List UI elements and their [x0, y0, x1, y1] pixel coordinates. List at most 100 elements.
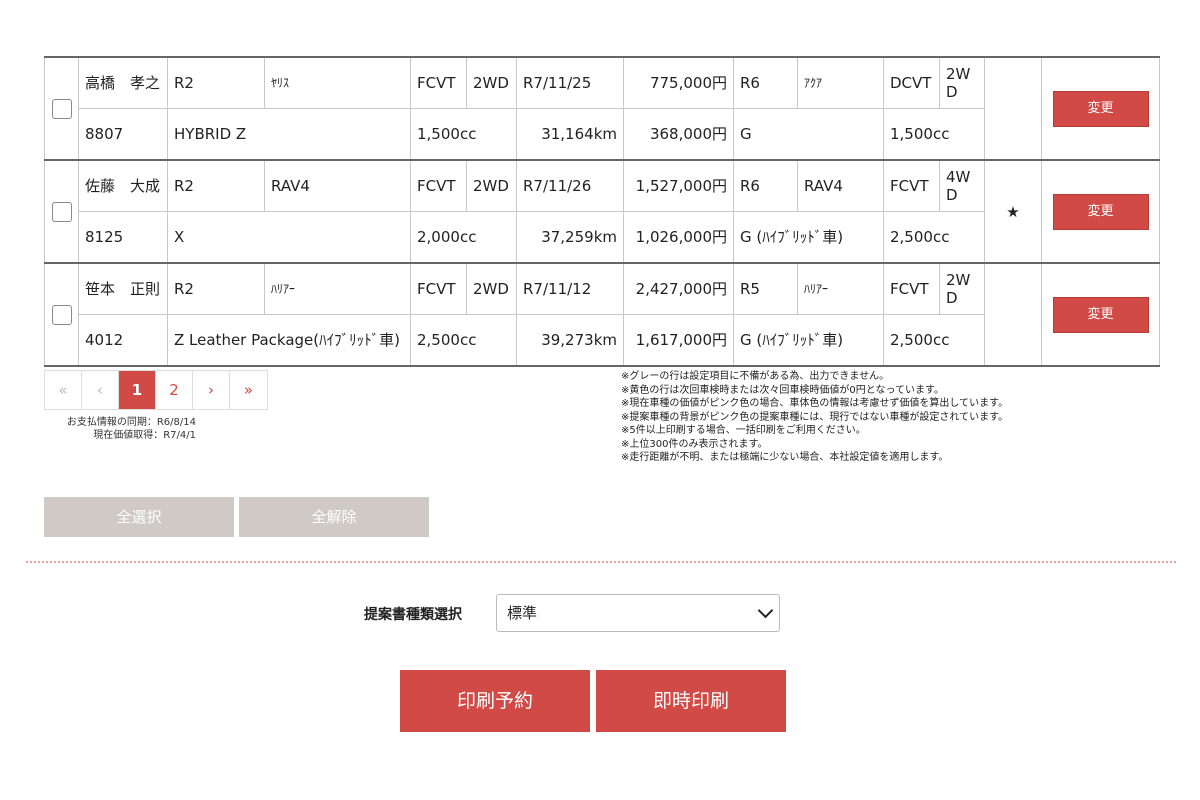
proposed-drive: 2WD: [939, 262, 985, 315]
record-1: 高橋 孝之 R2 ﾔﾘｽ FCVT 2WD R7/11/25 775,000円 …: [44, 56, 1160, 161]
mileage: 37,259km: [516, 211, 624, 264]
instant-print-button[interactable]: 即時印刷: [596, 670, 786, 732]
value-1: 775,000円: [623, 56, 734, 109]
mileage: 31,164km: [516, 108, 624, 161]
proposed-year: R6: [733, 159, 798, 212]
pagination: « ‹ 1 2 › »: [44, 370, 268, 410]
row-checkbox[interactable]: [51, 304, 72, 325]
proposed-displacement: 2,500cc: [883, 314, 985, 367]
current-year: R2: [167, 159, 265, 212]
row-checkbox-cell[interactable]: [44, 159, 79, 264]
inspection-date: R7/11/25: [516, 56, 624, 109]
reserve-print-button[interactable]: 印刷予約: [400, 670, 590, 732]
current-transmission: FCVT: [410, 262, 467, 315]
current-drive: 2WD: [466, 262, 517, 315]
current-model: ﾊﾘｱｰ: [264, 262, 411, 315]
customer-id: 4012: [78, 314, 168, 367]
current-grade: HYBRID Z: [167, 108, 411, 161]
current-transmission: FCVT: [410, 159, 467, 212]
note-line: ※黄色の行は次回車検時または次々回車検時価値が0円となっています。: [621, 384, 944, 396]
proposed-displacement: 2,500cc: [883, 211, 985, 264]
change-cell: 変更: [1041, 262, 1160, 367]
row-checkbox[interactable]: [51, 201, 72, 222]
change-button[interactable]: 変更: [1052, 193, 1149, 230]
change-cell: 変更: [1041, 56, 1160, 161]
record-3: 笹本 正則 R2 ﾊﾘｱｰ FCVT 2WD R7/11/12 2,427,00…: [44, 262, 1160, 367]
current-displacement: 2,500cc: [410, 314, 517, 367]
current-drive: 2WD: [466, 56, 517, 109]
proposed-transmission: FCVT: [883, 159, 940, 212]
record-2: 佐藤 大成 R2 RAV4 FCVT 2WD R7/11/26 1,527,00…: [44, 159, 1160, 264]
chevron-down-icon: [757, 602, 774, 619]
customer-name: 笹本 正則: [78, 262, 168, 315]
mileage: 39,273km: [516, 314, 624, 367]
proposed-grade: G (ﾊｲﾌﾞﾘｯﾄﾞ車): [733, 314, 884, 367]
next-page-button[interactable]: ›: [193, 371, 230, 409]
proposed-drive: 4WD: [939, 159, 985, 212]
current-year: R2: [167, 262, 265, 315]
mark-cell: [984, 262, 1042, 367]
deselect-all-button[interactable]: 全解除: [239, 497, 429, 537]
row-checkbox[interactable]: [51, 98, 72, 119]
proposed-transmission: FCVT: [883, 262, 940, 315]
price-fetch-date: 現在価値取得：R7/4/1: [93, 430, 196, 441]
note-line: ※上位300件のみ表示されます。: [621, 438, 768, 450]
mark-cell: ★: [984, 159, 1042, 264]
value-2: 368,000円: [623, 108, 734, 161]
proposed-grade: G: [733, 108, 884, 161]
proposal-type-value: 標準: [507, 604, 538, 622]
payment-sync-date: お支払情報の同期：R6/8/14: [66, 417, 196, 428]
current-drive: 2WD: [466, 159, 517, 212]
change-button[interactable]: 変更: [1052, 90, 1149, 127]
customer-name: 佐藤 大成: [78, 159, 168, 212]
section-divider: [26, 561, 1176, 563]
proposed-grade: G (ﾊｲﾌﾞﾘｯﾄﾞ車): [733, 211, 884, 264]
current-grade: Z Leather Package(ﾊｲﾌﾞﾘｯﾄﾞ車): [167, 314, 411, 367]
proposed-displacement: 1,500cc: [883, 108, 985, 161]
value-2: 1,026,000円: [623, 211, 734, 264]
inspection-date: R7/11/26: [516, 159, 624, 212]
proposed-model: ﾊﾘｱｰ: [797, 262, 884, 315]
first-page-button[interactable]: «: [45, 371, 82, 409]
page-2-button[interactable]: 2: [156, 371, 193, 409]
note-line: ※提案車種の背景がピンク色の提案車種には、現行ではない車種が設定されています。: [621, 411, 1009, 423]
row-checkbox-cell[interactable]: [44, 262, 79, 367]
select-all-button[interactable]: 全選択: [44, 497, 234, 537]
change-cell: 変更: [1041, 159, 1160, 264]
customer-id: 8125: [78, 211, 168, 264]
current-model: ﾔﾘｽ: [264, 56, 411, 109]
value-1: 1,527,000円: [623, 159, 734, 212]
proposal-type-label: 提案書種類選択: [364, 607, 462, 623]
note-line: ※走行距離が不明、または極端に少ない場合、本社設定値を適用します。: [621, 452, 949, 463]
proposed-year: R5: [733, 262, 798, 315]
current-grade: X: [167, 211, 411, 264]
proposed-model: ｱｸｱ: [797, 56, 884, 109]
current-year: R2: [167, 56, 265, 109]
change-button[interactable]: 変更: [1052, 296, 1149, 333]
current-model: RAV4: [264, 159, 411, 212]
proposed-drive: 2WD: [939, 56, 985, 109]
value-1: 2,427,000円: [623, 262, 734, 315]
records-table: 高橋 孝之 R2 ﾔﾘｽ FCVT 2WD R7/11/25 775,000円 …: [44, 56, 1160, 367]
mark-cell: [984, 56, 1042, 161]
current-displacement: 2,000cc: [410, 211, 517, 264]
value-2: 1,617,000円: [623, 314, 734, 367]
proposal-type-select[interactable]: 標準: [496, 594, 780, 632]
proposed-transmission: DCVT: [883, 56, 940, 109]
note-line: ※グレーの行は設定項目に不備がある為、出力できません。: [621, 371, 890, 382]
current-displacement: 1,500cc: [410, 108, 517, 161]
last-page-button[interactable]: »: [230, 371, 267, 409]
page-1-button[interactable]: 1: [119, 371, 156, 409]
notes: ※グレーの行は設定項目に不備がある為、出力できません。 ※黄色の行は次回車検時ま…: [621, 370, 1008, 465]
row-checkbox-cell[interactable]: [44, 56, 79, 161]
note-line: ※5件以上印刷する場合、一括印刷をご利用ください。: [621, 425, 866, 436]
customer-id: 8807: [78, 108, 168, 161]
sync-info: お支払情報の同期：R6/8/14 現在価値取得：R7/4/1: [44, 416, 196, 442]
proposed-model: RAV4: [797, 159, 884, 212]
prev-page-button[interactable]: ‹: [82, 371, 119, 409]
note-line: ※現在車種の価値がピンク色の場合、車体色の情報は考慮せず価値を算出しています。: [621, 398, 1009, 409]
customer-name: 高橋 孝之: [78, 56, 168, 109]
current-transmission: FCVT: [410, 56, 467, 109]
inspection-date: R7/11/12: [516, 262, 624, 315]
proposed-year: R6: [733, 56, 798, 109]
